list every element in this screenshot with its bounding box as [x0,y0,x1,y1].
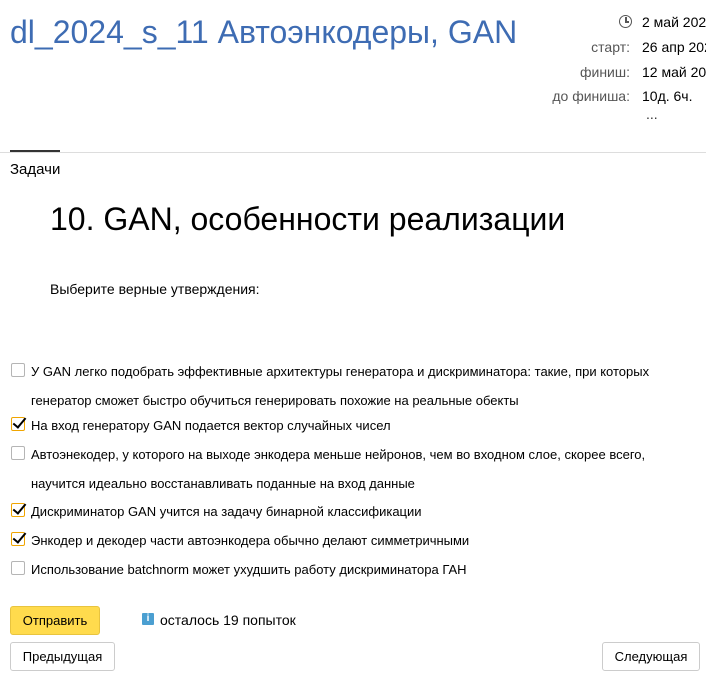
option-3-checkbox[interactable] [11,446,25,460]
option-6[interactable]: Использование batchnorm может ухудшить р… [10,555,700,584]
attempts-remaining: осталось 19 попыток [160,612,296,628]
option-4-checkbox[interactable] [11,503,25,517]
meta-remaining-row: до финиша: 10д. 6ч. [540,86,706,106]
meta-more[interactable]: ... [646,106,658,122]
submit-button[interactable]: Отправить [10,606,100,635]
option-2-checkbox[interactable] [11,417,25,431]
previous-button[interactable]: Предыдущая [10,642,115,671]
option-6-text: Использование batchnorm может ухудшить р… [31,562,467,577]
option-5-text: Энкодер и декодер части автоэнкодера обы… [31,533,470,548]
option-6-checkbox[interactable] [11,561,25,575]
meta-remaining-value: 10д. 6ч. [642,88,693,104]
meta-finish-row: финиш: 12 май 2024 [540,62,706,82]
option-3-text: Автоэнекодер, у которого на выходе энкод… [31,447,646,491]
option-4[interactable]: Дискриминатор GAN учится на задачу бинар… [10,497,700,526]
tab-tasks[interactable]: Задачи [10,161,60,179]
option-3[interactable]: Автоэнекодер, у которого на выходе энкод… [10,440,700,498]
meta-start-label: старт: [591,39,630,55]
info-icon: i [142,613,154,625]
option-2-text: На вход генератору GAN подается вектор с… [31,418,391,433]
meta-start-row: старт: 26 апр 2024 [540,37,706,57]
tab-active-indicator [10,150,60,152]
meta-finish-label: финиш: [579,64,630,80]
meta-finish-value: 12 май 2024 [642,64,706,80]
meta-remaining-label: до финиша: [552,88,630,104]
option-5-checkbox[interactable] [11,532,25,546]
problem-title: 10. GAN, особенности реализации [50,201,566,237]
option-1-checkbox[interactable] [11,363,25,377]
option-1-text: У GAN легко подобрать эффективные архите… [31,364,650,408]
problem-instruction: Выберите верные утверждения: [50,281,260,297]
option-2[interactable]: На вход генератору GAN подается вектор с… [10,411,700,440]
option-5[interactable]: Энкодер и декодер части автоэнкодера обы… [10,526,700,555]
meta-start-value: 26 апр 2024 [642,39,706,55]
contest-title: dl_2024_s_11 Автоэнкодеры, GAN [10,14,518,50]
clock-icon [619,15,632,28]
option-1[interactable]: У GAN легко подобрать эффективные архите… [10,357,700,415]
option-4-text: Дискриминатор GAN учится на задачу бинар… [31,504,422,519]
tab-divider [0,152,706,153]
meta-date: 2 май 2024 [642,14,706,30]
next-button[interactable]: Следующая [602,642,700,671]
